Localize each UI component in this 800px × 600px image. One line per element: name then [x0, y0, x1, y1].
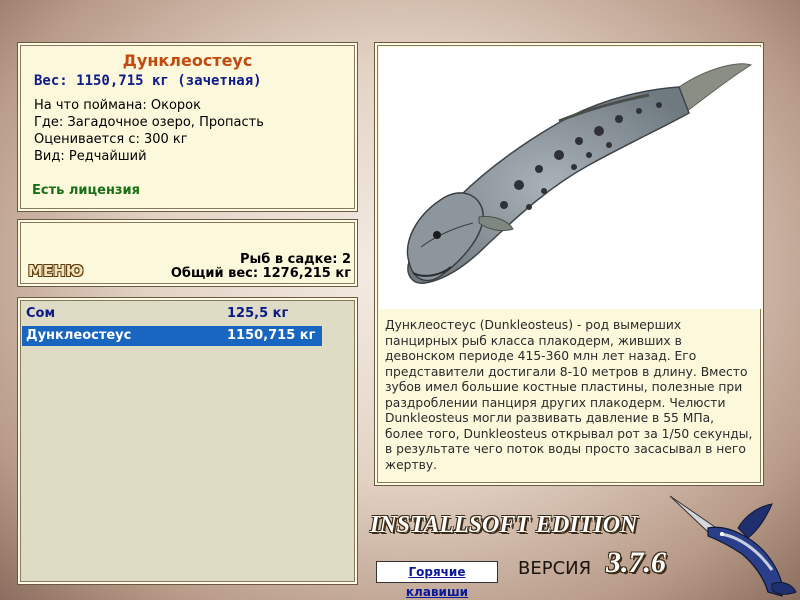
- fish-description: Дунклеостеус (Dunkleosteus) - род вымерш…: [385, 318, 753, 472]
- fish-picture-panel: Дунклеостеус (Dunkleosteus) - род вымерш…: [374, 42, 764, 486]
- license-status: Есть лицензия: [32, 183, 140, 198]
- hotkeys-link[interactable]: Горячие клавиши: [376, 561, 498, 599]
- bait-info: На что поймана: Окорок: [34, 98, 201, 113]
- list-item-name: Сом: [26, 306, 56, 321]
- menu-button[interactable]: МЕНЮ: [28, 262, 83, 280]
- kind-info: Вид: Редчайший: [34, 149, 147, 164]
- fish-weight: Вес: 1150,715 кг (зачетная): [34, 73, 262, 89]
- list-item-weight: 1150,715 кг: [227, 328, 316, 343]
- version-number: 3.7.6: [606, 546, 666, 579]
- list-item-name: Дунклеостеус: [26, 328, 132, 343]
- list-item-weight: 125,5 кг: [227, 306, 289, 321]
- cage-summary-panel: МЕНЮ Рыб в садке: 2 Общий вес: 1276,215 …: [17, 219, 358, 287]
- list-item[interactable]: Сом 125,5 кг: [22, 304, 322, 324]
- dunkleosteus-illustration-icon: [406, 63, 753, 284]
- fish-list[interactable]: Сом 125,5 кг Дунклеостеус 1150,715 кг: [17, 297, 358, 585]
- cage-fish-count: Рыб в садке: 2: [239, 252, 351, 267]
- fish-image-area: [379, 47, 761, 309]
- version-label: ВЕРСИЯ: [518, 558, 592, 579]
- cage-total-weight: Общий вес: 1276,215 кг: [170, 266, 351, 281]
- list-item-selected[interactable]: Дунклеостеус 1150,715 кг: [22, 326, 322, 346]
- fish-info-panel: Дунклеостеус Вес: 1150,715 кг (зачетная)…: [17, 42, 358, 212]
- fish-title: Дунклеостеус: [122, 51, 253, 70]
- brand-title: INSTALLSOFT EDITION: [370, 512, 638, 538]
- marlin-logo-icon: [669, 495, 797, 597]
- place-info: Где: Загадочное озеро, Пропасть: [34, 115, 264, 130]
- rated-info: Оценивается с: 300 кг: [34, 132, 188, 147]
